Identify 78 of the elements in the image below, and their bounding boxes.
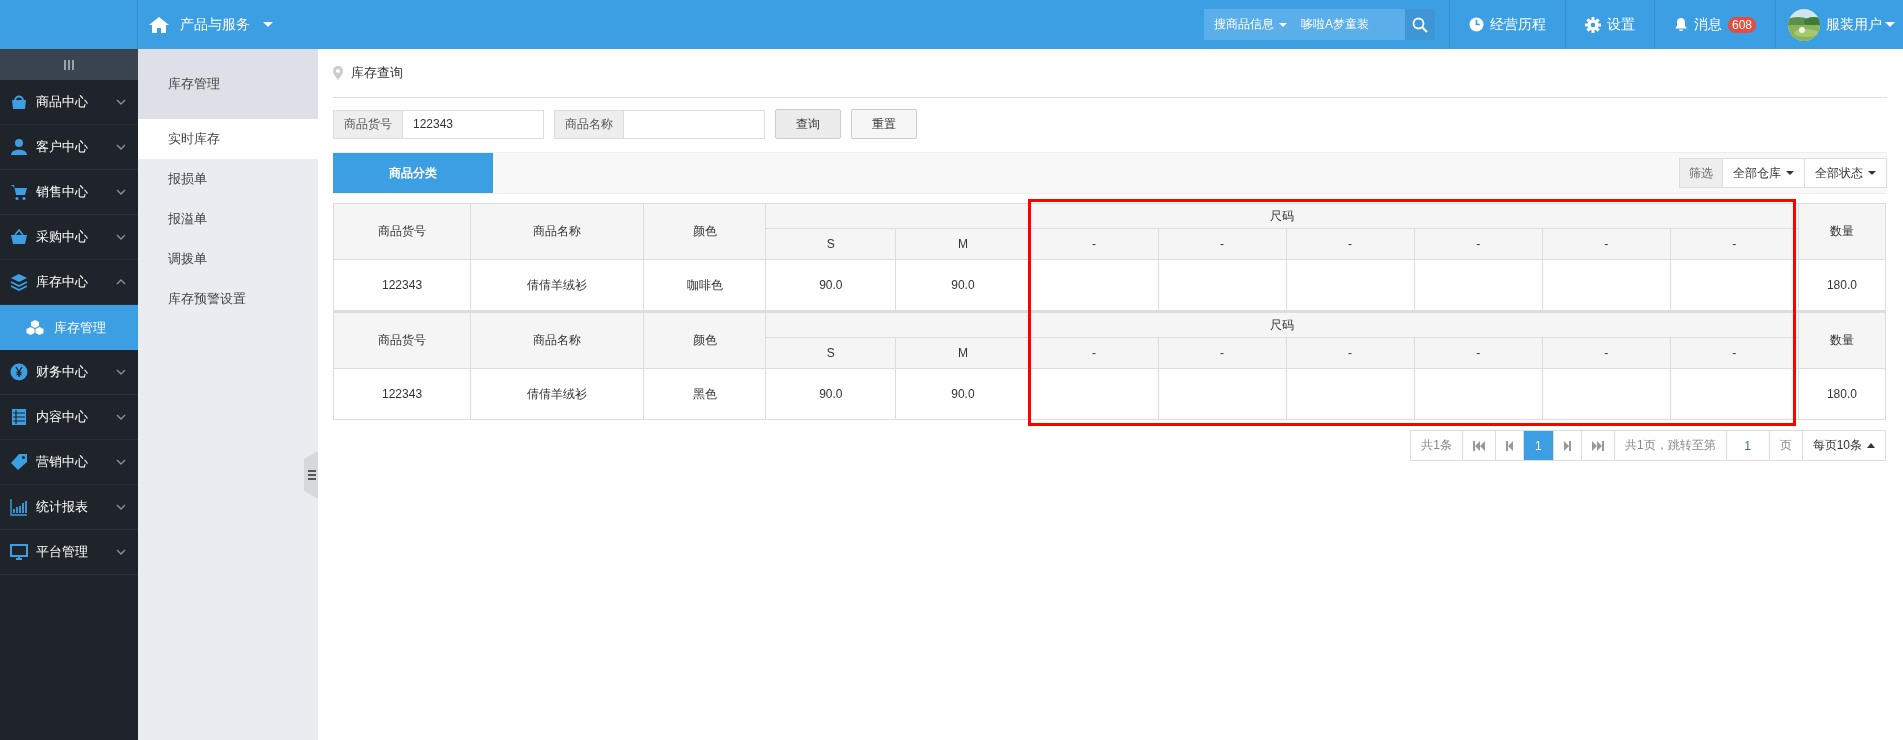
column-header: 商品货号 — [333, 312, 471, 369]
field-label: 商品货号 — [333, 109, 403, 139]
yen-icon — [10, 363, 28, 381]
page-title: 库存查询 — [351, 64, 403, 82]
size-header: M — [895, 337, 1030, 369]
column-header: 商品货号 — [333, 203, 471, 260]
link-label: 经营历程 — [1489, 15, 1546, 34]
size-group-header: 尺码 — [765, 312, 1799, 338]
column-header: 数量 — [1798, 203, 1886, 260]
size-header: - — [1414, 337, 1543, 369]
size-header: S — [765, 337, 896, 369]
column-header: 颜色 — [643, 203, 766, 260]
clock-icon — [1468, 17, 1484, 32]
table-cell: 咖啡色 — [643, 259, 766, 311]
size-header: - — [1158, 228, 1287, 260]
basket-icon — [10, 228, 28, 246]
submenu-item[interactable]: 调拨单 — [138, 239, 318, 279]
layers-icon — [10, 273, 28, 291]
filter-label: 筛选 — [1679, 158, 1723, 188]
column-header: 商品名称 — [470, 312, 644, 369]
filter-input[interactable] — [624, 109, 765, 139]
size-header: - — [1670, 337, 1799, 369]
query-button[interactable]: 查询 — [775, 109, 841, 139]
person-icon — [10, 138, 28, 156]
column-header: 数量 — [1798, 312, 1886, 369]
submenu-item[interactable]: 报溢单 — [138, 199, 318, 239]
filter-dropdown[interactable]: 全部仓库 — [1723, 158, 1805, 188]
table-cell: 180.0 — [1798, 368, 1886, 420]
reset-button[interactable]: 重置 — [851, 109, 917, 139]
size-group-header: 尺码 — [765, 203, 1799, 229]
submenu-title: 库存管理 — [138, 49, 318, 119]
table-cell: 122343 — [333, 259, 471, 311]
size-header: - — [1029, 228, 1158, 260]
location-pin-icon — [333, 66, 343, 80]
column-header: 颜色 — [643, 312, 766, 369]
size-header: M — [895, 228, 1030, 260]
message-count-badge: 608 — [1727, 16, 1756, 33]
table-cell: 90.0 — [765, 368, 896, 420]
settings-icon — [1584, 16, 1601, 33]
table-cell: 倩倩羊绒衫 — [470, 368, 644, 420]
search-icon[interactable] — [1404, 9, 1435, 40]
monitor-icon — [10, 543, 28, 561]
bag-icon — [10, 93, 28, 111]
table-cell: 90.0 — [765, 259, 896, 311]
field-label: 商品名称 — [554, 109, 624, 139]
page-unit: 页 — [1769, 431, 1803, 460]
table-cell: 122343 — [333, 368, 471, 420]
cubes-icon — [26, 319, 44, 336]
submenu-item[interactable]: 库存预警设置 — [138, 279, 318, 319]
table-cell: 180.0 — [1798, 259, 1886, 311]
size-header: S — [765, 228, 896, 260]
submenu-item[interactable]: 实时库存 — [138, 119, 318, 159]
size-header: - — [1029, 337, 1158, 369]
size-header: - — [1158, 337, 1287, 369]
column-header: 商品名称 — [470, 203, 644, 260]
submenu-item[interactable]: 报损单 — [138, 159, 318, 199]
bar-chart-icon — [10, 498, 28, 516]
home-icon — [148, 15, 170, 34]
tag-icon — [10, 453, 28, 471]
table-cell: 倩倩羊绒衫 — [470, 259, 644, 311]
cart-icon — [10, 183, 28, 201]
size-header: - — [1542, 228, 1671, 260]
filter-input[interactable]: 122343 — [403, 109, 544, 139]
list-icon — [10, 408, 28, 426]
collapse-handle-icon[interactable] — [304, 451, 318, 499]
menu-toggle-icon[interactable] — [63, 59, 75, 70]
size-header: - — [1542, 337, 1671, 369]
bell-icon — [1673, 17, 1688, 32]
link-label: 消息 — [1693, 15, 1722, 34]
filter-dropdown[interactable]: 全部状态 — [1805, 158, 1887, 188]
table-cell: 黑色 — [643, 368, 766, 420]
size-header: - — [1286, 228, 1415, 260]
size-header: - — [1286, 337, 1415, 369]
jump-label: 共1页，跳转至第 — [1614, 431, 1727, 460]
link-label: 设置 — [1606, 15, 1635, 34]
size-header: - — [1670, 228, 1799, 260]
size-header: - — [1414, 228, 1543, 260]
total-count: 共1条 — [1411, 431, 1463, 460]
